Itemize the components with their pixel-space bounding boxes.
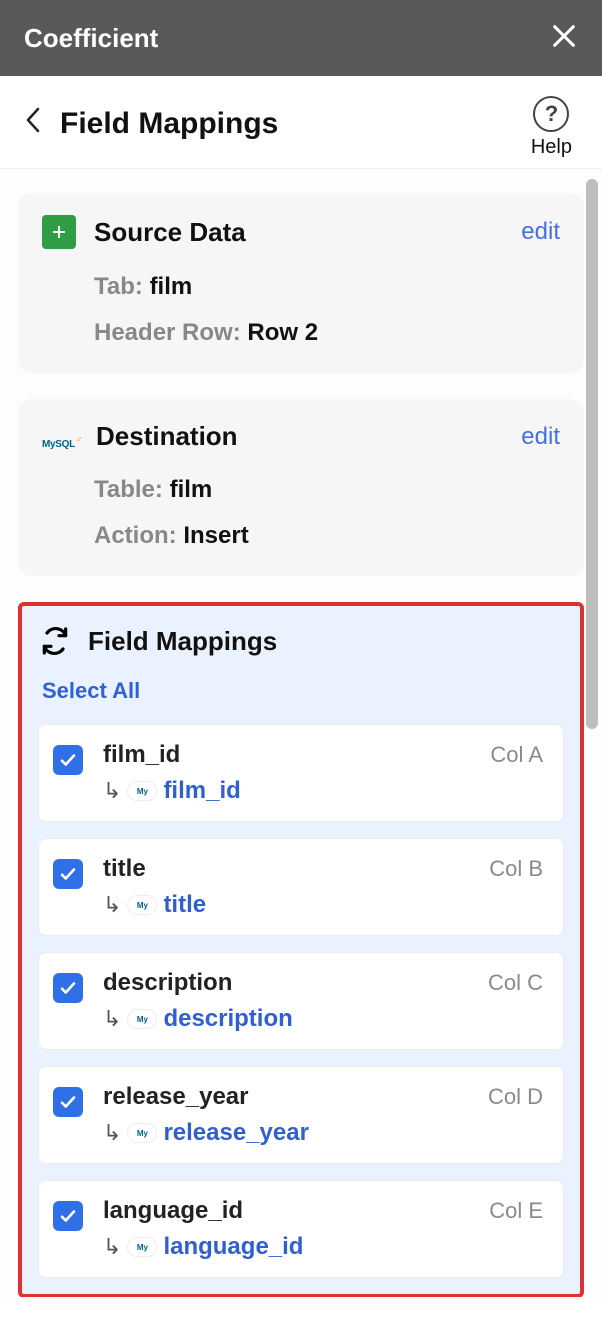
source-title: Source Data: [94, 217, 521, 248]
table-value: film: [170, 476, 213, 503]
destination-table-row: Table: film: [94, 476, 560, 504]
mysql-badge-icon: My: [127, 1123, 157, 1143]
action-value: Insert: [183, 522, 248, 549]
map-arrow-icon: ↳: [103, 1006, 121, 1032]
dest-field-name[interactable]: title: [163, 891, 206, 919]
mysql-badge-icon: My: [127, 1237, 157, 1257]
mapping-checkbox[interactable]: [53, 1201, 83, 1231]
mapping-checkbox[interactable]: [53, 745, 83, 775]
map-arrow-icon: ↳: [103, 892, 121, 918]
source-field-name: description: [103, 969, 232, 997]
help-label: Help: [531, 136, 572, 159]
map-arrow-icon: ↳: [103, 778, 121, 804]
mapping-row[interactable]: release_year Col D ↳ My release_year: [38, 1066, 564, 1164]
source-header-row: Header Row: Row 2: [94, 319, 560, 347]
source-field-name: film_id: [103, 741, 180, 769]
map-arrow-icon: ↳: [103, 1120, 121, 1146]
close-icon[interactable]: [550, 17, 578, 59]
select-all-link[interactable]: Select All: [42, 678, 140, 704]
scrollbar-thumb[interactable]: [586, 179, 598, 729]
column-label: Col C: [488, 970, 543, 996]
action-label: Action:: [94, 522, 177, 549]
mysql-badge-icon: My: [127, 895, 157, 915]
sync-icon: [38, 624, 72, 658]
dest-field-name[interactable]: release_year: [163, 1119, 308, 1147]
mapping-checkbox[interactable]: [53, 1087, 83, 1117]
column-label: Col A: [490, 742, 543, 768]
help-icon: ?: [533, 96, 569, 132]
dest-field-name[interactable]: film_id: [163, 777, 240, 805]
top-bar: Coefficient: [0, 0, 602, 76]
source-field-name: release_year: [103, 1083, 248, 1111]
field-mappings-panel: Field Mappings Select All film_id Col A …: [18, 602, 584, 1297]
mapping-rows-container: film_id Col A ↳ My film_id title Col B ↳…: [38, 724, 564, 1278]
mapping-row[interactable]: description Col C ↳ My description: [38, 952, 564, 1050]
destination-title: Destination: [96, 421, 521, 452]
tab-value: film: [150, 273, 193, 300]
mysql-badge-icon: My: [127, 781, 157, 801]
tab-label: Tab:: [94, 273, 143, 300]
mapping-row[interactable]: film_id Col A ↳ My film_id: [38, 724, 564, 822]
table-label: Table:: [94, 476, 163, 503]
header-row-label: Header Row:: [94, 319, 241, 346]
page-title: Field Mappings: [60, 107, 278, 141]
source-tab-row: Tab: film: [94, 273, 560, 301]
page-header: Field Mappings ? Help: [0, 76, 602, 169]
mapping-checkbox[interactable]: [53, 973, 83, 1003]
header-row-value: Row 2: [247, 319, 318, 346]
column-label: Col B: [489, 856, 543, 882]
app-title: Coefficient: [24, 23, 158, 54]
destination-edit-link[interactable]: edit: [521, 423, 560, 451]
mysql-icon: MySQL: [42, 424, 82, 450]
mysql-badge-icon: My: [127, 1009, 157, 1029]
source-field-name: language_id: [103, 1197, 243, 1225]
column-label: Col E: [489, 1198, 543, 1224]
map-arrow-icon: ↳: [103, 1234, 121, 1260]
destination-card: MySQL Destination edit Table: film Actio…: [18, 399, 584, 576]
source-data-card: Source Data edit Tab: film Header Row: R…: [18, 193, 584, 373]
dest-field-name[interactable]: description: [163, 1005, 292, 1033]
dest-field-name[interactable]: language_id: [163, 1233, 303, 1261]
column-label: Col D: [488, 1084, 543, 1110]
destination-action-row: Action: Insert: [94, 522, 560, 550]
mapping-row[interactable]: language_id Col E ↳ My language_id: [38, 1180, 564, 1278]
help-button[interactable]: ? Help: [531, 96, 572, 159]
content-area: Source Data edit Tab: film Header Row: R…: [0, 169, 602, 1297]
source-edit-link[interactable]: edit: [521, 218, 560, 246]
mapping-row[interactable]: title Col B ↳ My title: [38, 838, 564, 936]
sheets-icon: [42, 215, 76, 249]
back-button[interactable]: [24, 106, 42, 142]
mapping-checkbox[interactable]: [53, 859, 83, 889]
mappings-title: Field Mappings: [88, 626, 277, 657]
source-field-name: title: [103, 855, 146, 883]
